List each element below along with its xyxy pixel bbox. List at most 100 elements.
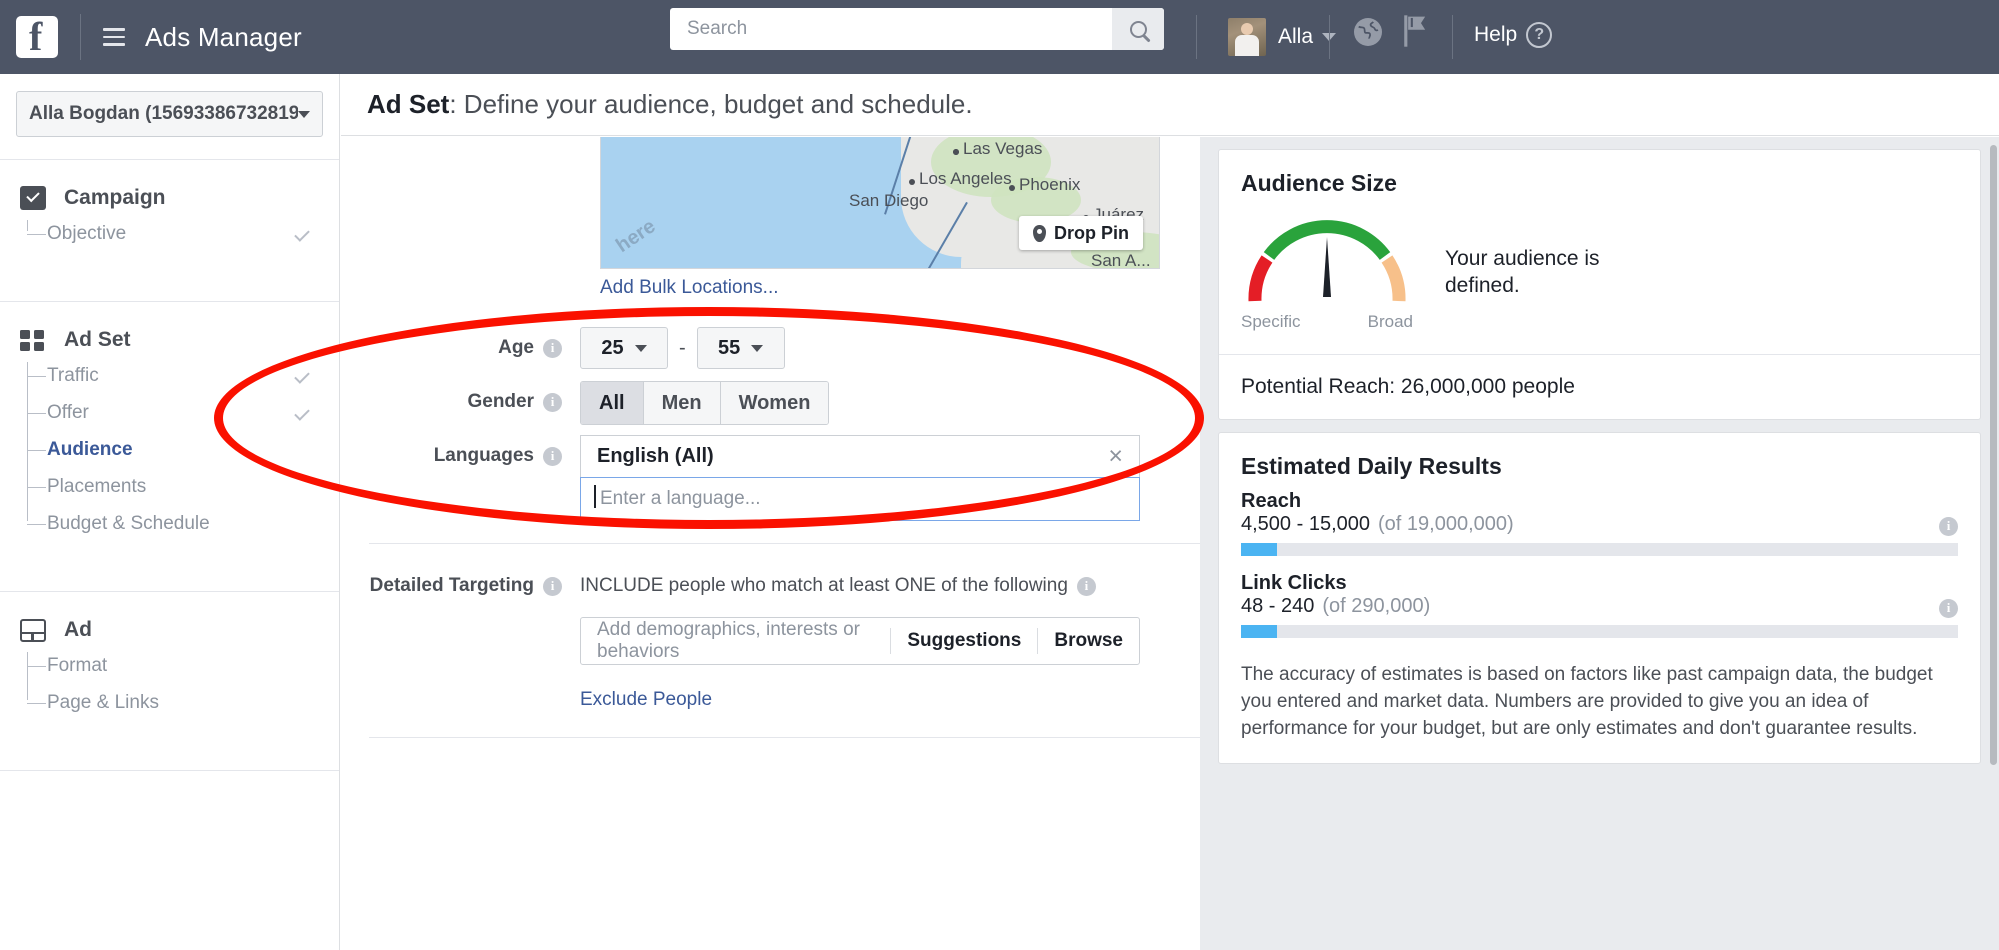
ad-layout-icon [20, 618, 46, 642]
main-header: Ad Set: Define your audience, budget and… [341, 74, 1999, 136]
gender-option-all[interactable]: All [581, 382, 644, 424]
languages-label: Languages [433, 445, 534, 466]
info-icon[interactable]: i [1076, 576, 1096, 596]
divider [80, 14, 81, 60]
gender-label-wrap: Gender i [341, 381, 580, 423]
info-icon[interactable]: i [1939, 516, 1958, 536]
map-city-label: San Diego [849, 191, 929, 210]
check-icon [294, 405, 310, 421]
help-button[interactable]: Help ? [1474, 22, 1553, 48]
chevron-down-icon [298, 110, 310, 118]
question-mark-icon: ? [1526, 22, 1553, 48]
nav-group-title: Ad [64, 618, 92, 641]
sidebar-item-format[interactable]: Format [27, 652, 339, 680]
divider [1196, 15, 1197, 59]
divider [1452, 15, 1453, 59]
chevron-down-icon [634, 344, 647, 352]
audience-size-gauge-row: Specific Broad Your audience is defined. [1241, 215, 1958, 332]
divider [0, 770, 339, 771]
detailed-targeting-label: Detailed Targeting [369, 575, 534, 596]
language-input-placeholder: Enter a language... [594, 485, 761, 510]
avatar [1228, 18, 1266, 56]
language-input[interactable]: Enter a language... [580, 477, 1140, 521]
search-bar[interactable] [670, 8, 1164, 50]
flag-icon[interactable] [1400, 14, 1432, 53]
account-selector[interactable]: Alla Bogdan (15693386732819... [16, 91, 323, 137]
map-city-label: San A... [1091, 251, 1151, 269]
gender-option-women[interactable]: Women [720, 382, 829, 424]
gender-option-men[interactable]: Men [643, 382, 721, 424]
hamburger-line [103, 43, 125, 46]
info-icon[interactable]: i [543, 338, 562, 358]
drop-pin-button[interactable]: Drop Pin [1019, 216, 1143, 250]
right-panel-scrollbar[interactable] [1990, 145, 1997, 765]
map-city-dot [953, 149, 959, 155]
sidebar-item-label: Offer [47, 402, 89, 423]
campaign-checkbox-icon [20, 186, 46, 210]
search-button[interactable] [1112, 8, 1164, 50]
sidebar-item-offer[interactable]: Offer [27, 399, 339, 427]
add-bulk-locations-link[interactable]: Add Bulk Locations... [600, 277, 779, 299]
info-icon[interactable]: i [1939, 598, 1958, 618]
nav-group-header[interactable]: Ad Set [0, 328, 339, 352]
sidebar-item-label: Format [47, 655, 108, 676]
info-icon[interactable]: i [543, 576, 562, 596]
search-input[interactable] [670, 8, 1112, 50]
metric-bar-link-clicks [1241, 625, 1958, 638]
metric-bar-reach [1241, 543, 1958, 556]
sidebar-item-audience[interactable]: Audience [27, 436, 339, 464]
age-label-wrap: Age i [341, 327, 580, 369]
location-map[interactable]: Las Vegas Los Angeles Phoenix San Diego … [600, 137, 1160, 269]
hamburger-line [103, 35, 125, 39]
metric-name-link-clicks: Link Clicks [1241, 572, 1347, 594]
detailed-targeting-placeholder: Add demographics, interests or behaviors [597, 619, 860, 662]
globe-icon[interactable] [1352, 16, 1384, 53]
user-account-menu[interactable]: Alla [1228, 18, 1337, 56]
close-x-icon[interactable]: × [1108, 444, 1123, 469]
sidebar-item-label: Audience [47, 439, 133, 460]
sidebar-item-label: Placements [47, 476, 147, 497]
suggestions-button[interactable]: Suggestions [891, 630, 1037, 652]
sidebar-item-page-links[interactable]: Page & Links [27, 689, 339, 717]
exclude-people-link[interactable]: Exclude People [580, 689, 1140, 711]
age-label: Age [498, 337, 534, 358]
hamburger-menu-icon[interactable] [103, 28, 125, 46]
nav-group-header[interactable]: Ad [0, 618, 339, 642]
audience-size-message: Your audience is defined. [1445, 247, 1600, 298]
languages-row: Languages i English (All) × Enter a lang… [341, 435, 1140, 521]
age-max-value: 55 [718, 336, 741, 359]
right-panel: Audience Size Specific Broad Your audien… [1200, 137, 1999, 950]
sidebar-item-traffic[interactable]: Traffic [27, 362, 339, 390]
nav-group-title: Campaign [64, 186, 166, 209]
detailed-targeting-input-wrap[interactable]: Add demographics, interests or behaviors… [580, 617, 1140, 665]
gauge-label-broad: Broad [1367, 312, 1413, 331]
info-icon[interactable]: i [543, 446, 562, 466]
sidebar-item-budget-schedule[interactable]: Budget & Schedule [27, 510, 339, 538]
include-description-text: INCLUDE people who match at least ONE of… [580, 575, 1068, 596]
info-icon[interactable]: i [543, 392, 562, 412]
language-token-label: English (All) [597, 445, 714, 467]
sidebar-item-placements[interactable]: Placements [27, 473, 339, 501]
facebook-logo-icon[interactable]: f [16, 16, 58, 58]
check-icon [294, 368, 310, 384]
nav-group-header[interactable]: Campaign [0, 186, 339, 210]
accuracy-note: The accuracy of estimates is based on fa… [1241, 664, 1933, 739]
metric-row-link-clicks: 48 - 240 (of 290,000) i [1241, 595, 1958, 618]
nav-item-list: Format Page & Links [0, 652, 339, 717]
sidebar-item-objective[interactable]: Objective [27, 220, 339, 248]
app-title: Ads Manager [145, 21, 302, 52]
age-max-select[interactable]: 55 [696, 327, 785, 369]
browse-button[interactable]: Browse [1038, 630, 1139, 652]
metric-total-reach: (of 19,000,000) [1378, 513, 1514, 535]
language-token: English (All) × [580, 435, 1140, 477]
age-min-select[interactable]: 25 [580, 327, 668, 369]
avatar-body [1235, 35, 1259, 56]
map-city-label: Los Angeles [919, 169, 1012, 188]
gauge-label-row: Specific Broad [1241, 312, 1413, 332]
nav-group-adset: Ad Set Traffic Offer Audience Placements… [0, 302, 339, 569]
gender-segmented-control: All Men Women [580, 381, 830, 425]
metric-row-reach: 4,500 - 15,000 (of 19,000,000) i [1241, 513, 1958, 536]
nav-group-ad: Ad Format Page & Links [0, 592, 339, 748]
hamburger-line [103, 28, 125, 31]
map-city-label: Las Vegas [963, 139, 1043, 158]
